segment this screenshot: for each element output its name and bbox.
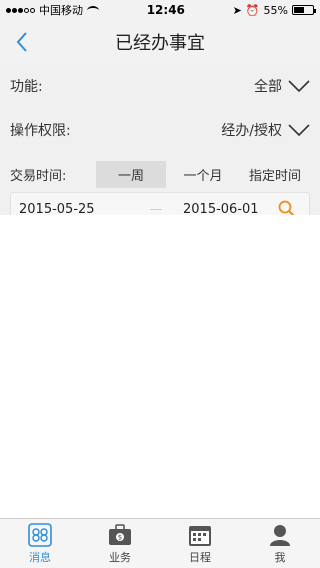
tab-label: 我 bbox=[274, 550, 286, 564]
tab-custom-time[interactable]: 指定时间 bbox=[240, 161, 310, 188]
calendar-icon bbox=[188, 523, 212, 547]
tab-label: 消息 bbox=[29, 550, 51, 564]
tab-bar: 消息 $ 业务 日程 我 bbox=[0, 518, 320, 568]
location-icon: ➤ bbox=[232, 3, 242, 17]
tab-label: 业务 bbox=[109, 550, 131, 564]
status-bar: 中国移动 12:46 ➤ ⏰ 55% bbox=[0, 0, 320, 20]
tab-me[interactable]: 我 bbox=[240, 519, 320, 568]
battery-percent: 55% bbox=[263, 3, 288, 17]
permission-dropdown[interactable]: 经办/授权 bbox=[221, 120, 310, 140]
wifi-icon bbox=[87, 5, 99, 15]
permission-label: 操作权限: bbox=[10, 123, 71, 139]
time-range-tabs: 一周 一个月 指定时间 bbox=[96, 160, 310, 188]
tab-one-week[interactable]: 一周 bbox=[96, 160, 166, 188]
function-dropdown[interactable]: 全部 bbox=[254, 76, 310, 96]
briefcase-icon: $ bbox=[108, 523, 132, 547]
chevron-down-icon bbox=[288, 124, 310, 137]
page-title: 已经办事宜 bbox=[115, 33, 205, 54]
function-label: 功能: bbox=[10, 79, 43, 95]
function-filter-row: 功能: 全部 bbox=[0, 64, 320, 108]
battery-icon bbox=[291, 5, 316, 15]
permission-filter-row: 操作权限: 经办/授权 bbox=[0, 108, 320, 152]
tab-business[interactable]: $ 业务 bbox=[80, 519, 160, 568]
person-icon bbox=[268, 523, 292, 547]
tab-messages[interactable]: 消息 bbox=[0, 519, 80, 568]
signal-icon bbox=[6, 7, 35, 13]
time-range-row: 交易时间: 一周 一个月 指定时间 bbox=[0, 158, 320, 190]
status-right: ➤ ⏰ 55% bbox=[232, 3, 316, 17]
permission-value: 经办/授权 bbox=[221, 123, 282, 139]
tab-label: 日程 bbox=[189, 550, 211, 564]
time-range-label: 交易时间: bbox=[10, 168, 67, 184]
alarm-icon: ⏰ bbox=[245, 3, 260, 17]
svg-text:$: $ bbox=[118, 533, 122, 541]
status-left: 中国移动 bbox=[6, 2, 99, 18]
tab-schedule[interactable]: 日程 bbox=[160, 519, 240, 568]
navbar: 已经办事宜 bbox=[0, 20, 320, 64]
chevron-left-icon bbox=[16, 32, 27, 52]
chevron-down-icon bbox=[288, 80, 310, 93]
function-value: 全部 bbox=[254, 79, 282, 95]
carrier-name: 中国移动 bbox=[39, 4, 83, 17]
back-button[interactable] bbox=[10, 30, 34, 54]
status-time: 12:46 bbox=[146, 3, 185, 17]
battery-fill bbox=[293, 7, 304, 13]
message-icon bbox=[28, 522, 52, 547]
results-list bbox=[0, 215, 320, 518]
tab-one-month[interactable]: 一个月 bbox=[168, 161, 238, 188]
